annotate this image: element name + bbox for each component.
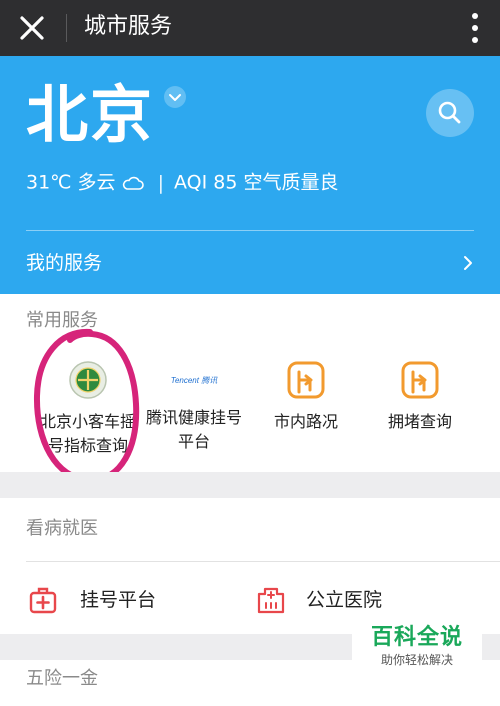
service-congestion-query[interactable]: 拥堵查询 [372, 360, 468, 434]
city-header: 北京 31℃ 多云 | AQI 85 空气质量良 我的服务 [0, 56, 500, 294]
search-icon[interactable] [426, 89, 474, 137]
service-city-traffic[interactable]: 市内路况 [258, 360, 354, 434]
weather-separator: | [157, 171, 164, 194]
road-sign-icon [287, 361, 325, 399]
annotation-circle [33, 328, 140, 484]
chevron-right-icon[interactable] [462, 255, 474, 271]
weather-temp: 31℃ 多云 [26, 171, 116, 194]
page-title: 城市服务 [84, 14, 173, 39]
road-sign-icon [401, 361, 439, 399]
medical-section-title: 看病就医 [26, 518, 98, 539]
insurance-section-title: 五险一金 [26, 668, 98, 689]
service-tencent-health[interactable]: Tencent 腾讯 腾讯健康挂号 平台 [142, 360, 246, 454]
tencent-logo-text: Tencent 腾讯 [170, 375, 218, 385]
tencent-logo-icon: Tencent 腾讯 [142, 360, 246, 400]
hospital-icon [257, 587, 285, 614]
service-label-line1: 腾讯健康挂号 [145, 408, 242, 427]
weather-info: 31℃ 多云 | AQI 85 空气质量良 [26, 169, 338, 196]
top-nav-bar: 城市服务 [0, 0, 500, 56]
cloud-icon [122, 176, 144, 190]
service-label: 拥堵查询 [387, 412, 452, 431]
header-divider [26, 230, 474, 231]
first-aid-kit-icon [29, 587, 57, 614]
city-name[interactable]: 北京 [26, 78, 154, 152]
row-divider [26, 561, 500, 562]
medical-item-public-hospital[interactable]: 公立医院 [306, 586, 382, 614]
service-label: 市内路况 [273, 412, 338, 431]
chevron-down-icon[interactable] [164, 86, 186, 108]
watermark-logo: 百科全说 助你轻松解决 [352, 624, 482, 668]
watermark-title: 百科全说 [370, 625, 463, 650]
section-gap [0, 472, 500, 498]
more-options-icon[interactable] [470, 10, 480, 46]
service-label-line2: 平台 [177, 432, 210, 451]
watermark-subtitle: 助你轻松解决 [380, 653, 453, 667]
weather-aqi: AQI 85 空气质量良 [173, 171, 339, 194]
my-services-link[interactable]: 我的服务 [26, 249, 102, 277]
close-icon[interactable] [14, 10, 50, 46]
medical-item-registration[interactable]: 挂号平台 [80, 586, 156, 614]
nav-divider [66, 14, 67, 42]
